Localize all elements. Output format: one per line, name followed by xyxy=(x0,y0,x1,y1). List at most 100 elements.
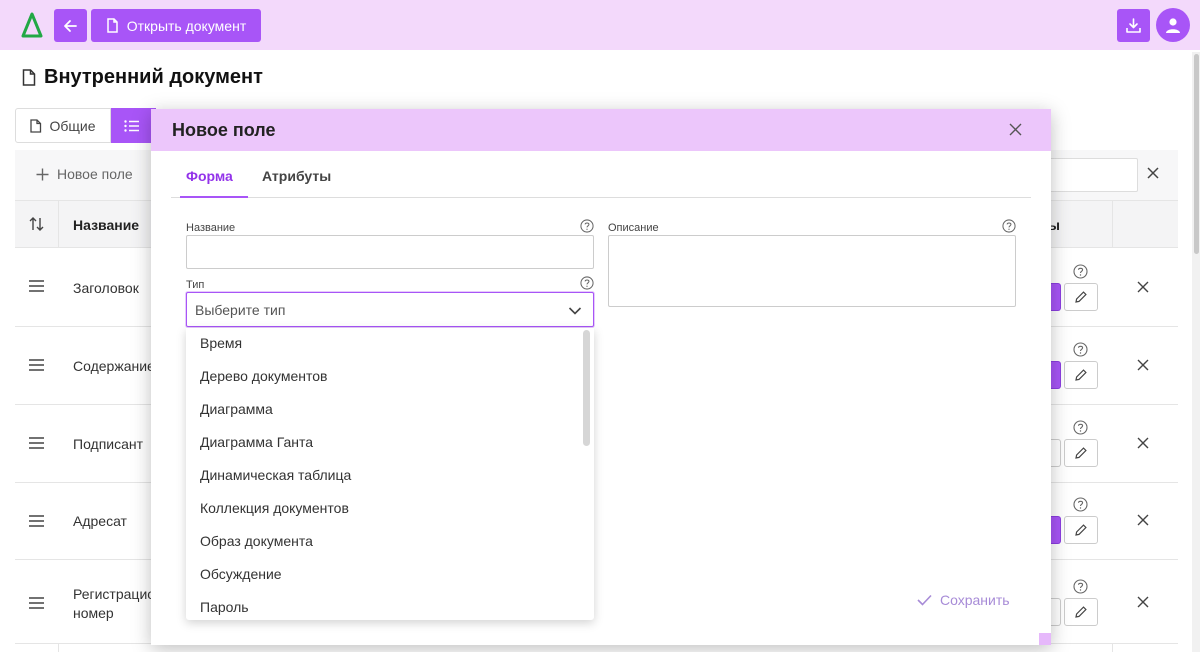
edit-button[interactable] xyxy=(1064,361,1098,389)
page-title-text: Внутренний документ xyxy=(44,66,263,88)
drag-icon xyxy=(29,597,44,609)
clear-search-button[interactable] xyxy=(1146,166,1160,185)
close-icon xyxy=(1137,437,1149,449)
type-select[interactable]: Выберите тип xyxy=(186,292,594,327)
delete-row-button[interactable] xyxy=(1137,436,1149,454)
back-button[interactable] xyxy=(54,9,87,42)
row-label: Заголовок xyxy=(73,280,139,296)
page-scrollbar-thumb[interactable] xyxy=(1194,54,1199,254)
download-icon xyxy=(1126,18,1141,33)
drag-handle[interactable] xyxy=(29,596,44,614)
type-option[interactable]: Образ документа xyxy=(200,533,313,549)
description-textarea[interactable] xyxy=(608,235,1016,307)
description-field-label: Описание xyxy=(608,222,659,234)
type-option[interactable]: Коллекция документов xyxy=(200,500,349,516)
app-logo[interactable] xyxy=(20,10,44,40)
pencil-icon xyxy=(1075,291,1087,303)
delete-row-button[interactable] xyxy=(1137,358,1149,376)
delete-row-button[interactable] xyxy=(1137,280,1149,298)
name-field-label: Название xyxy=(186,222,236,234)
edit-button[interactable] xyxy=(1064,598,1098,626)
dialog-tabs: Форма Атрибуты xyxy=(171,165,1031,198)
pencil-icon xyxy=(1075,369,1087,381)
save-button[interactable]: Сохранить xyxy=(917,592,1010,608)
tab-attributes[interactable]: Атрибуты xyxy=(262,168,331,184)
dialog-title: Новое поле xyxy=(172,120,276,140)
arrow-left-icon xyxy=(63,19,77,32)
delete-row-button[interactable] xyxy=(1137,595,1149,613)
dialog-close-button[interactable] xyxy=(1009,123,1022,141)
new-field-dialog: Новое поле Форма Атрибуты Название Описа… xyxy=(151,109,1051,645)
file-icon xyxy=(30,118,42,133)
edit-button[interactable] xyxy=(1064,439,1098,467)
row-label: Регистрацио номер xyxy=(73,585,155,623)
type-option[interactable]: Время xyxy=(200,335,242,351)
pencil-icon xyxy=(1075,524,1087,536)
drag-icon xyxy=(29,437,44,449)
sort-icon xyxy=(29,217,44,231)
drag-icon xyxy=(29,515,44,527)
save-label: Сохранить xyxy=(940,592,1010,608)
drag-icon xyxy=(29,359,44,371)
row-label: Адресат xyxy=(73,513,127,529)
download-button[interactable] xyxy=(1117,9,1150,42)
user-icon xyxy=(1166,18,1180,33)
list-icon xyxy=(124,119,139,132)
name-input[interactable] xyxy=(186,235,594,269)
new-field-label: Новое поле xyxy=(57,166,133,182)
check-icon xyxy=(917,594,932,606)
type-option[interactable]: Диаграмма xyxy=(200,401,273,417)
type-option[interactable]: Пароль xyxy=(200,599,249,615)
drag-handle[interactable] xyxy=(29,358,44,376)
chevron-down-icon xyxy=(568,303,582,321)
plus-icon xyxy=(36,168,49,180)
file-icon xyxy=(106,18,118,33)
close-icon xyxy=(1009,123,1022,136)
help-icon xyxy=(1073,342,1088,362)
drag-handle[interactable] xyxy=(29,279,44,297)
row-label: Содержание xyxy=(73,358,155,374)
file-icon xyxy=(22,69,36,86)
delete-row-button[interactable] xyxy=(1137,513,1149,531)
top-bar: Открыть документ xyxy=(0,0,1200,50)
close-icon xyxy=(1137,596,1149,608)
row-label: Подписант xyxy=(73,436,144,452)
search-input[interactable] xyxy=(1040,158,1138,192)
page-title: Внутренний документ xyxy=(22,66,263,89)
column-name-header[interactable]: Название xyxy=(73,217,139,233)
resize-handle[interactable] xyxy=(1039,633,1051,645)
dropdown-scrollbar[interactable] xyxy=(583,330,590,446)
open-document-label: Открыть документ xyxy=(126,17,247,34)
type-select-placeholder: Выберите тип xyxy=(195,302,286,318)
help-icon xyxy=(1073,264,1088,284)
user-avatar[interactable] xyxy=(1156,8,1190,42)
help-icon xyxy=(1073,497,1088,517)
sort-button[interactable] xyxy=(28,216,45,237)
type-dropdown-list: Время Дерево документов Диаграмма Диагра… xyxy=(186,328,594,620)
close-icon xyxy=(1137,514,1149,526)
active-tab-indicator xyxy=(180,196,248,198)
tab-general-label: Общие xyxy=(49,117,96,134)
close-icon xyxy=(1137,359,1149,371)
type-option[interactable]: Обсуждение xyxy=(200,566,282,582)
type-option[interactable]: Дерево документов xyxy=(200,368,328,384)
type-option[interactable]: Диаграмма Ганта xyxy=(200,434,313,450)
drag-icon xyxy=(29,280,44,292)
edit-button[interactable] xyxy=(1064,283,1098,311)
row-label-line: номер xyxy=(73,605,114,621)
help-icon xyxy=(1073,420,1088,440)
edit-button[interactable] xyxy=(1064,516,1098,544)
close-icon xyxy=(1137,281,1149,293)
new-field-button[interactable]: Новое поле xyxy=(36,166,133,182)
tab-general[interactable]: Общие xyxy=(15,108,111,143)
tab-form[interactable]: Форма xyxy=(186,168,233,184)
open-document-button[interactable]: Открыть документ xyxy=(91,9,261,42)
drag-handle[interactable] xyxy=(29,436,44,454)
type-field-label: Тип xyxy=(186,279,205,291)
pencil-icon xyxy=(1075,606,1087,618)
tab-fields[interactable] xyxy=(111,108,156,143)
drag-handle[interactable] xyxy=(29,514,44,532)
pencil-icon xyxy=(1075,447,1087,459)
close-icon xyxy=(1147,167,1159,179)
type-option[interactable]: Динамическая таблица xyxy=(200,467,351,483)
